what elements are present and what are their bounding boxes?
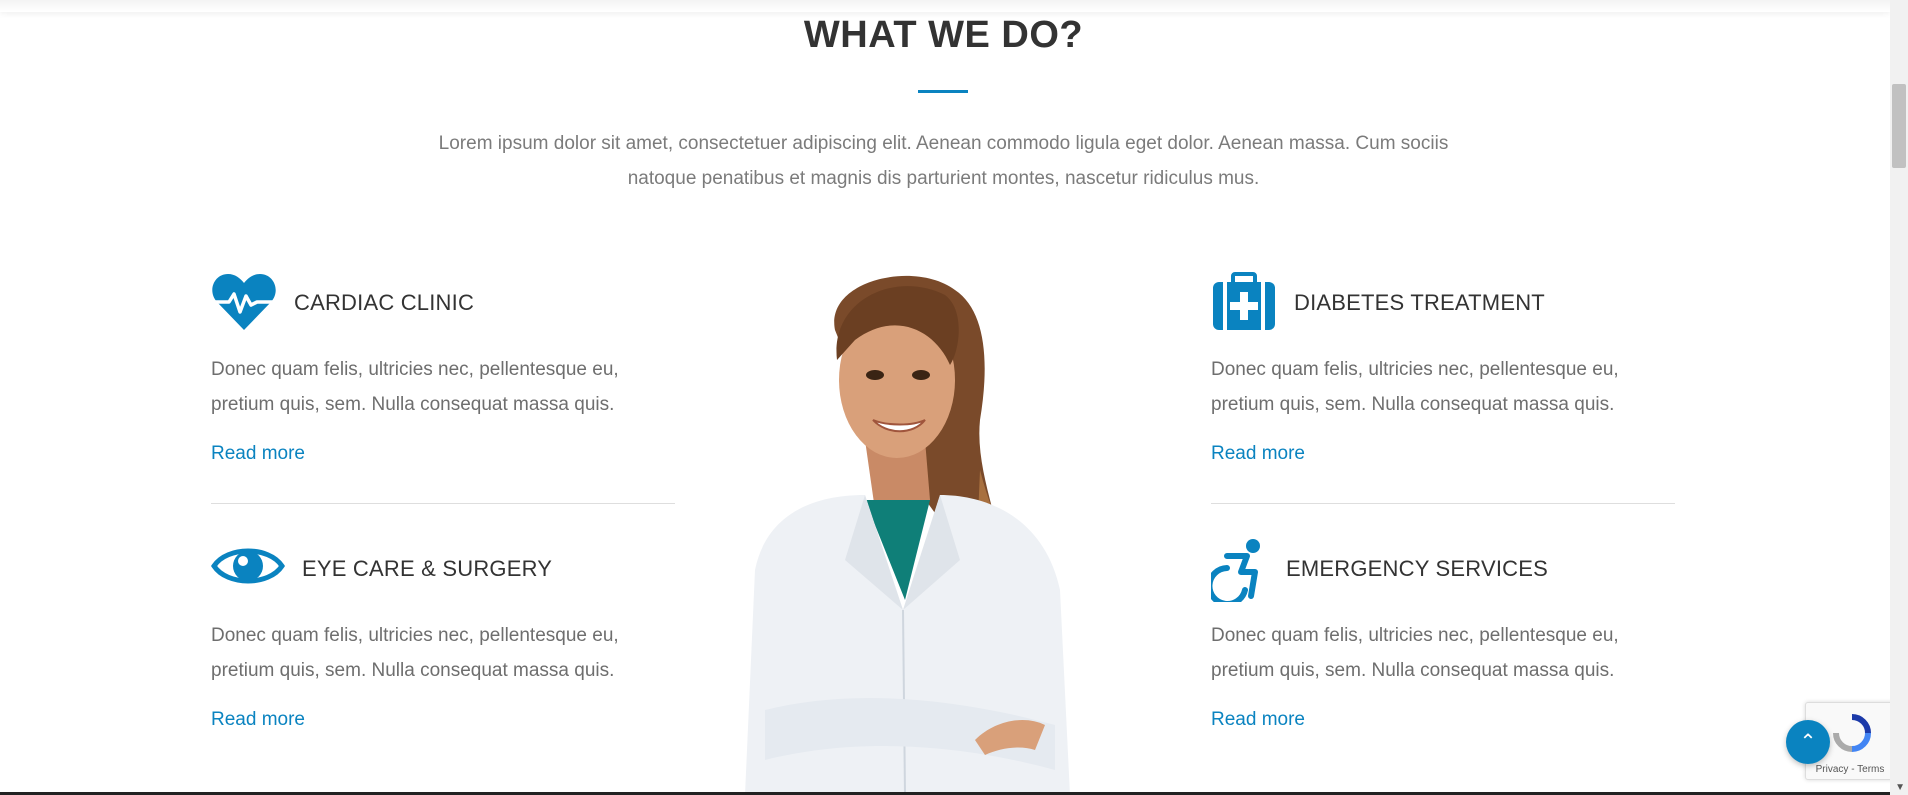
doctor-image: [745, 275, 1070, 795]
section-intro: Lorem ipsum dolor sit amet, consectetuer…: [438, 133, 1449, 189]
back-to-top-button[interactable]: ⌃: [1786, 720, 1830, 764]
service-description: Donec quam felis, ultricies nec, pellent…: [211, 359, 619, 415]
page-scrollbar[interactable]: ▼: [1890, 0, 1908, 795]
header-shadow: [0, 0, 1890, 12]
scroll-down-arrow-icon[interactable]: ▼: [1895, 782, 1905, 793]
service-name: EMERGENCY SERVICES: [1286, 556, 1548, 581]
section-title: WHAT WE DO?: [803, 14, 1084, 56]
heartbeat-icon: [211, 272, 277, 337]
title-underline: [918, 90, 968, 93]
divider: [211, 503, 675, 504]
service-description: Donec quam felis, ultricies nec, pellent…: [1211, 359, 1619, 415]
divider: [1211, 503, 1675, 504]
wheelchair-icon: [1206, 538, 1267, 607]
scrollbar-thumb[interactable]: [1892, 84, 1906, 168]
service-description: Donec quam felis, ultricies nec, pellent…: [211, 625, 619, 681]
recaptcha-links[interactable]: Privacy - Terms: [1806, 764, 1894, 775]
service-diabetes-treatment: DIABETES TREATMENT Donec quam felis, ult…: [1211, 272, 1676, 472]
read-more-link[interactable]: Read more: [211, 443, 305, 465]
service-name: CARDIAC CLINIC: [294, 290, 475, 315]
chevron-up-icon: ⌃: [1799, 731, 1817, 753]
read-more-link[interactable]: Read more: [211, 709, 305, 731]
read-more-link[interactable]: Read more: [1211, 709, 1305, 731]
eye-icon: [211, 538, 285, 599]
service-description: Donec quam felis, ultricies nec, pellent…: [1211, 625, 1619, 681]
medical-kit-icon: [1211, 272, 1277, 337]
service-name: DIABETES TREATMENT: [1294, 290, 1545, 315]
service-eye-care: EYE CARE & SURGERY Donec quam felis, ult…: [211, 538, 676, 738]
service-name: EYE CARE & SURGERY: [302, 556, 553, 581]
service-cardiac-clinic: CARDIAC CLINIC Donec quam felis, ultrici…: [211, 272, 676, 472]
read-more-link[interactable]: Read more: [1211, 443, 1305, 465]
recaptcha-logo-icon: [1832, 713, 1872, 758]
service-emergency-services: EMERGENCY SERVICES Donec quam felis, ult…: [1206, 538, 1676, 738]
